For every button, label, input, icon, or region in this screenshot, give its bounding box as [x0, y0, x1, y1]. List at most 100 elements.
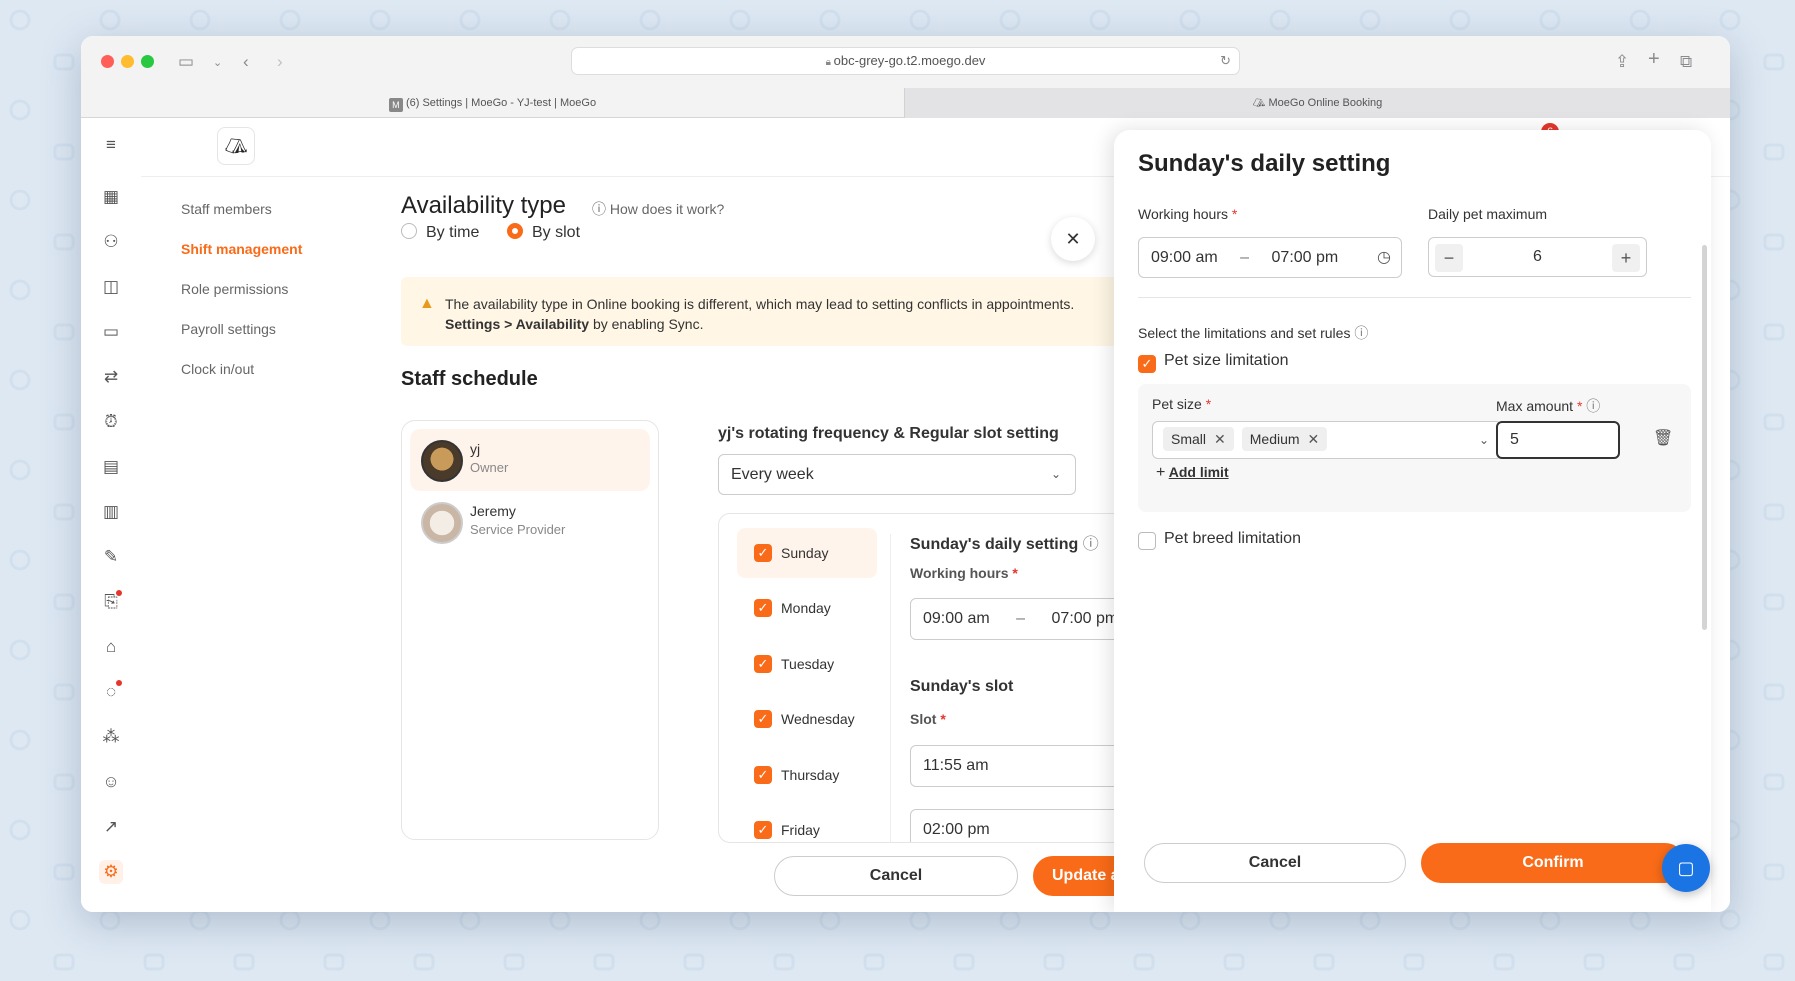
staff-name: yj: [470, 441, 481, 457]
chat-icon[interactable]: ▢: [1662, 844, 1710, 892]
plus-icon[interactable]: +: [1612, 244, 1640, 272]
warning-link-availability: Availability: [515, 316, 590, 332]
back-icon[interactable]: ‹: [243, 52, 249, 72]
day-sunday[interactable]: ✓ Sunday: [737, 528, 877, 578]
confirm-button[interactable]: Confirm: [1421, 843, 1685, 883]
url-text: obc-grey-go.t2.moego.dev: [833, 53, 986, 68]
radio-label: By time: [426, 224, 480, 241]
staff-item-yj[interactable]: yj Owner: [410, 429, 650, 491]
team-icon[interactable]: ⁂: [99, 725, 123, 749]
tab-overview-icon[interactable]: ⧉: [1680, 52, 1692, 72]
checkbox-checked[interactable]: ✓: [754, 655, 772, 673]
settings-nav-staff-members[interactable]: Staff members: [181, 189, 302, 229]
remove-tag-icon[interactable]: ✕: [1214, 431, 1226, 447]
end-time: 07:00 pm: [1271, 249, 1339, 266]
client-icon[interactable]: ⚇: [99, 230, 123, 254]
add-limit-button[interactable]: + Add limit: [1156, 464, 1229, 482]
staff-item-jeremy[interactable]: Jeremy Service Provider: [410, 491, 650, 553]
info-icon: ⓘ: [1586, 398, 1601, 414]
checkbox-checked[interactable]: ✓: [754, 710, 772, 728]
remove-tag-icon[interactable]: ✕: [1308, 431, 1320, 447]
forward-icon[interactable]: ›: [277, 52, 283, 72]
day-friday[interactable]: ✓ Friday: [737, 805, 877, 842]
close-icon[interactable]: ✕: [1051, 217, 1095, 261]
size-tag-small: Small ✕: [1163, 427, 1234, 451]
share-icon[interactable]: ⇪: [1615, 52, 1629, 72]
start-time: 09:00 am: [1151, 249, 1218, 266]
alarm-icon[interactable]: ⏰︎: [99, 410, 123, 434]
checkbox-checked[interactable]: ✓: [754, 766, 772, 784]
working-hours-field[interactable]: 09:00 am – 07:00 pm ◷: [1138, 237, 1402, 278]
tab-online-booking[interactable]: ⛺︎ MoeGo Online Booking: [904, 88, 1730, 118]
tab-favicon-icon: ⛺︎: [1252, 98, 1266, 109]
day-label: Tuesday: [781, 656, 835, 672]
settings-nav-clock-in-out[interactable]: Clock in/out: [181, 349, 302, 389]
trash-icon[interactable]: 🗑︎: [1653, 428, 1673, 448]
route-icon[interactable]: ⇄: [99, 365, 123, 389]
checkbox-unchecked: ✓: [1138, 532, 1156, 550]
notification-dot: [116, 590, 122, 596]
report-icon[interactable]: ↗: [99, 815, 123, 839]
pet-size-select[interactable]: Small ✕ Medium ✕ ⌄: [1152, 421, 1502, 459]
settings-nav-shift-management[interactable]: Shift management: [181, 229, 302, 269]
message-icon[interactable]: ▭: [99, 320, 123, 344]
new-tab-icon[interactable]: +: [1648, 48, 1660, 71]
close-window-button[interactable]: [101, 55, 114, 68]
day-monday[interactable]: ✓ Monday: [737, 583, 877, 633]
how-does-it-work-link[interactable]: ⓘ How does it work?: [592, 199, 724, 219]
cancel-button[interactable]: Cancel: [1144, 843, 1406, 883]
bank-icon[interactable]: ⌂: [99, 635, 123, 659]
cancel-button[interactable]: Cancel: [774, 856, 1018, 896]
drawer-title: Sunday's daily setting: [1138, 150, 1391, 177]
add-limit-label: Add limit: [1168, 464, 1229, 480]
required-mark: *: [1012, 565, 1018, 581]
clipboard-icon[interactable]: ▥: [99, 500, 123, 524]
chevron-down-icon[interactable]: ⌄: [213, 56, 222, 69]
time-separator: –: [1016, 610, 1026, 627]
warning-tail: by enabling Sync.: [589, 316, 704, 332]
minimize-window-button[interactable]: [121, 55, 134, 68]
day-label: Friday: [781, 822, 820, 838]
calendar-icon[interactable]: ▦: [99, 185, 123, 209]
frequency-select[interactable]: Every week ⌄: [718, 454, 1076, 495]
day-tuesday[interactable]: ✓ Tuesday: [737, 639, 877, 689]
settings-nav-payroll-settings[interactable]: Payroll settings: [181, 309, 302, 349]
daily-max-value[interactable]: 6: [1469, 238, 1606, 276]
zoom-window-button[interactable]: [141, 55, 154, 68]
scrollbar[interactable]: [1702, 245, 1707, 630]
max-amount-input[interactable]: 5: [1496, 421, 1620, 459]
marketing-icon[interactable]: ◌: [99, 680, 123, 704]
page-title: Availability type: [401, 192, 566, 219]
menu-icon[interactable]: ≡: [99, 133, 123, 157]
settings-icon[interactable]: ⚙: [99, 860, 123, 884]
pet-size-limitation-checkbox[interactable]: ✓ Pet size limitation: [1138, 352, 1289, 373]
radio-by-time[interactable]: By time: [401, 223, 479, 242]
checkbox-checked[interactable]: ✓: [754, 599, 772, 617]
pet-breed-limitation-checkbox[interactable]: ✓ Pet breed limitation: [1138, 530, 1301, 550]
reload-icon[interactable]: ↻: [1220, 48, 1231, 74]
limitations-label: Select the limitations and set rules ⓘ: [1138, 323, 1368, 343]
day-wednesday[interactable]: ✓ Wednesday: [737, 694, 877, 744]
checkbox-checked[interactable]: ✓: [754, 821, 772, 839]
support-icon[interactable]: ☺: [99, 770, 123, 794]
pos-icon[interactable]: ▤: [99, 455, 123, 479]
address-bar[interactable]: 🔒︎ obc-grey-go.t2.moego.dev ↻: [571, 47, 1240, 75]
checkbox-checked[interactable]: ✓: [754, 544, 772, 562]
warning-text: The availability type in Online booking …: [445, 296, 1075, 312]
tab-bar: M (6) Settings | MoeGo - YJ-test | MoeGo…: [81, 88, 1730, 118]
day-thursday[interactable]: ✓ Thursday: [737, 750, 877, 800]
moego-logo[interactable]: ⛺︎: [217, 127, 255, 165]
pen-icon[interactable]: ✎: [99, 545, 123, 569]
pet-breed-limit-label: Pet breed limitation: [1164, 530, 1301, 547]
sidebar-toggle-icon[interactable]: ▭: [178, 52, 194, 72]
radio-by-slot[interactable]: By slot: [507, 223, 580, 242]
plus-icon: +: [1156, 464, 1166, 481]
settings-nav-role-permissions[interactable]: Role permissions: [181, 269, 302, 309]
retail-icon[interactable]: ⎘: [99, 590, 123, 614]
required-mark: *: [940, 711, 946, 727]
tab-settings[interactable]: M (6) Settings | MoeGo - YJ-test | MoeGo: [81, 88, 904, 118]
minus-icon[interactable]: −: [1435, 244, 1463, 272]
pet-icon[interactable]: ◫: [99, 275, 123, 299]
pet-size-label: Pet size *: [1152, 396, 1211, 412]
working-hours-text: Working hours: [1138, 206, 1229, 222]
